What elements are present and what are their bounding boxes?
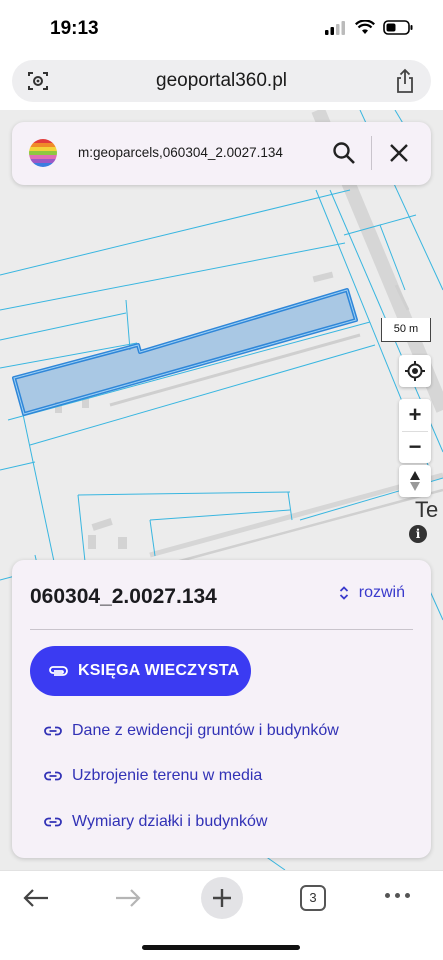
url-text[interactable]: geoportal360.pl xyxy=(12,70,431,92)
status-bar: 19:13 xyxy=(0,0,443,56)
expand-chevrons-icon xyxy=(339,586,348,600)
status-time: 19:13 xyxy=(50,18,99,39)
link-land-registry-data[interactable]: Dane z ewidencji gruntów i budynków xyxy=(44,722,339,740)
expand-label: rozwiń xyxy=(358,584,405,601)
zoom-in-button[interactable]: + xyxy=(399,399,431,431)
map-place-label: Te xyxy=(415,497,439,522)
tab-switcher-button[interactable]: 3 xyxy=(300,885,326,911)
link-label: Dane z ewidencji gruntów i budynków xyxy=(72,722,339,739)
zoom-controls: + − xyxy=(399,399,431,463)
battery-icon xyxy=(383,20,413,35)
compass-icon xyxy=(410,471,420,491)
locate-icon xyxy=(405,361,425,381)
link-dimensions[interactable]: Wymiary działki i budynków xyxy=(44,813,267,831)
forward-arrow-icon[interactable] xyxy=(114,887,142,909)
browser-bottom-toolbar: 3 xyxy=(0,870,443,960)
home-indicator xyxy=(142,945,300,950)
search-input[interactable]: m:geoparcels,060304_2.0027.134 xyxy=(78,145,283,160)
link-icon xyxy=(44,817,62,827)
link-icon xyxy=(44,771,62,781)
new-tab-button[interactable] xyxy=(201,877,243,919)
search-icon[interactable] xyxy=(332,141,356,165)
parcel-details-card: 060304_2.0027.134 rozwiń KSIĘGA WIECZYST… xyxy=(12,560,431,858)
close-icon[interactable] xyxy=(388,142,410,164)
land-register-button[interactable]: KSIĘGA WIECZYSTA xyxy=(30,646,251,696)
land-register-label: KSIĘGA WIECZYSTA xyxy=(78,662,240,679)
expand-button[interactable]: rozwiń xyxy=(339,584,405,602)
link-utilities[interactable]: Uzbrojenie terenu w media xyxy=(44,767,262,785)
link-label: Wymiary działki i budynków xyxy=(72,813,268,830)
attachment-icon xyxy=(49,666,68,676)
search-divider xyxy=(371,136,372,170)
compass-button[interactable] xyxy=(399,465,431,497)
status-icons xyxy=(325,20,413,35)
locate-button[interactable] xyxy=(399,355,431,387)
parcel-search-bar: m:geoparcels,060304_2.0027.134 xyxy=(12,122,431,185)
browser-toolbar: geoportal360.pl xyxy=(0,56,443,110)
plus-icon xyxy=(213,889,231,907)
map-scale: 50 m xyxy=(381,318,431,342)
geoportal-logo-icon xyxy=(29,139,57,167)
link-icon xyxy=(44,726,62,736)
url-bar[interactable]: geoportal360.pl xyxy=(12,60,431,102)
share-icon[interactable] xyxy=(393,68,417,94)
back-arrow-icon[interactable] xyxy=(22,887,50,909)
card-divider xyxy=(30,629,413,630)
link-label: Uzbrojenie terenu w media xyxy=(72,767,263,784)
signal-icon xyxy=(325,20,345,35)
zoom-out-button[interactable]: − xyxy=(399,431,431,463)
map-info-button[interactable]: i xyxy=(409,525,427,543)
parcel-id: 060304_2.0027.134 xyxy=(30,585,217,608)
wifi-icon xyxy=(355,20,375,34)
more-menu-icon[interactable] xyxy=(385,893,410,898)
